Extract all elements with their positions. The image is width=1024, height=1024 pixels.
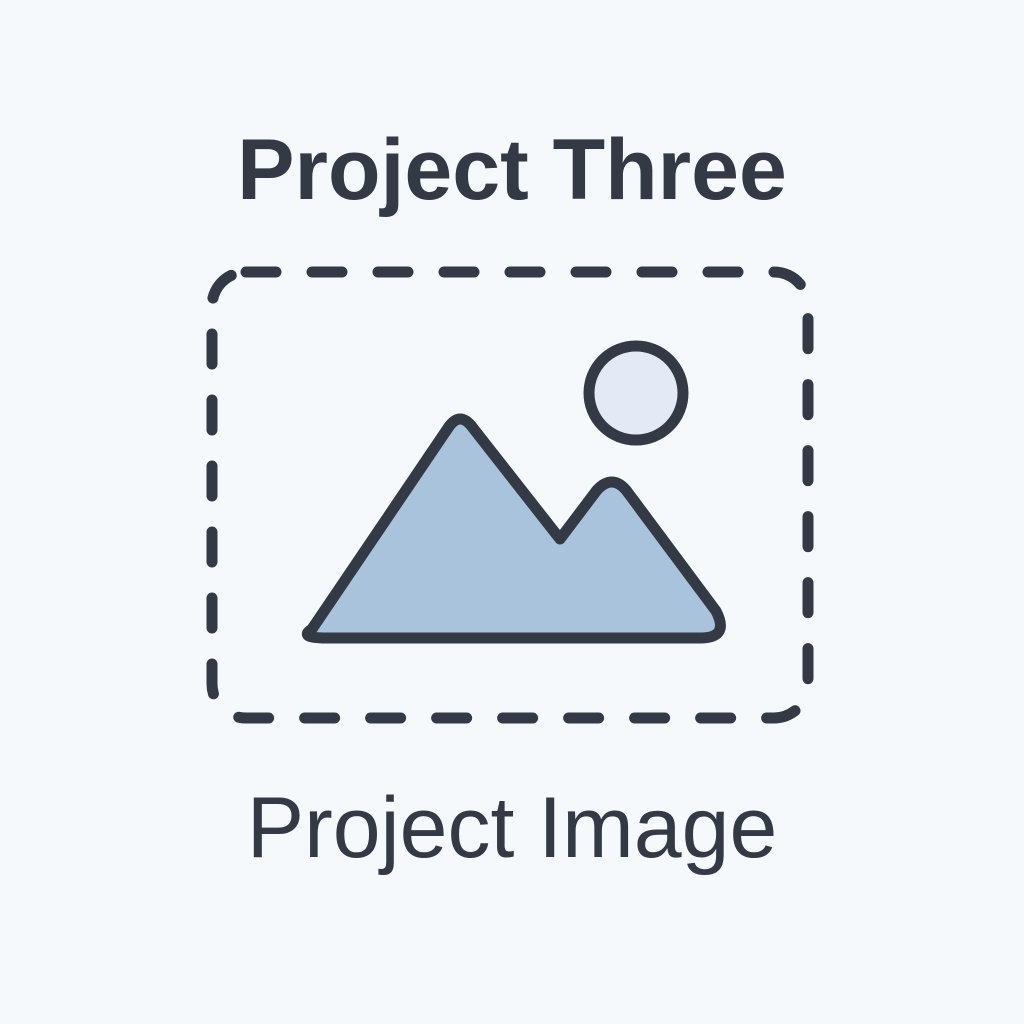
- project-title: Project Three: [237, 122, 787, 218]
- mountain-icon: [301, 413, 726, 644]
- image-caption: Project Image: [246, 780, 778, 876]
- project-card: Project Three Project Image: [0, 0, 1024, 1024]
- sun-icon: [583, 340, 689, 446]
- image-placeholder-icon: [200, 260, 820, 730]
